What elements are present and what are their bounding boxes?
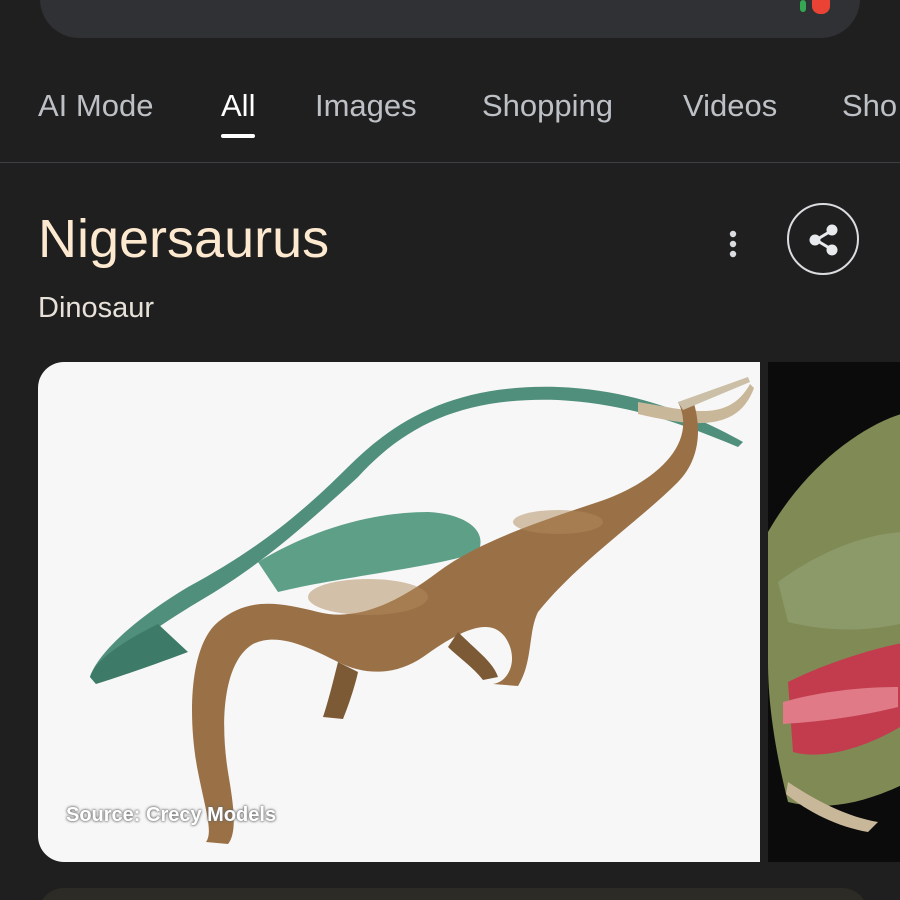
share-icon bbox=[809, 224, 838, 256]
entity-subtitle: Dinosaur bbox=[38, 292, 155, 324]
search-bar[interactable] bbox=[40, 0, 860, 38]
tab-label: Videos bbox=[683, 88, 778, 123]
image-source-label: Source: Crecy Models bbox=[66, 804, 277, 826]
tab-ai-mode[interactable]: AI Mode bbox=[38, 88, 153, 124]
secondary-dinosaur-image[interactable] bbox=[768, 362, 900, 862]
entity-title: Nigersaurus bbox=[38, 209, 330, 269]
tab-label: Shopping bbox=[482, 88, 614, 123]
tab-images[interactable]: Images bbox=[315, 88, 417, 124]
tab-shopping[interactable]: Shopping bbox=[482, 88, 613, 124]
more-vert-icon bbox=[729, 230, 737, 258]
lens-icon[interactable] bbox=[812, 0, 830, 14]
tab-all[interactable]: All bbox=[221, 88, 256, 138]
tab-videos[interactable]: Videos bbox=[683, 88, 777, 124]
search-results-page: AI Mode All Images Shopping Videos Sho N… bbox=[0, 0, 900, 900]
next-result-card[interactable] bbox=[38, 888, 868, 900]
more-options-button[interactable] bbox=[716, 222, 750, 266]
tab-label: AI Mode bbox=[38, 88, 154, 123]
share-button[interactable] bbox=[787, 203, 859, 275]
tab-label: Sho bbox=[842, 88, 898, 123]
active-tab-indicator bbox=[221, 134, 256, 138]
dinosaur-head-illustration bbox=[768, 414, 900, 832]
voice-search-icon[interactable] bbox=[800, 0, 806, 12]
main-dinosaur-image[interactable]: Source: Crecy Models bbox=[38, 362, 760, 862]
tab-shopping-truncated[interactable]: Sho bbox=[842, 88, 897, 124]
tab-label: Images bbox=[315, 88, 417, 123]
search-tabs: AI Mode All Images Shopping Videos Sho bbox=[0, 70, 900, 163]
dinosaur-illustration bbox=[90, 377, 754, 844]
tab-label: All bbox=[221, 88, 256, 123]
